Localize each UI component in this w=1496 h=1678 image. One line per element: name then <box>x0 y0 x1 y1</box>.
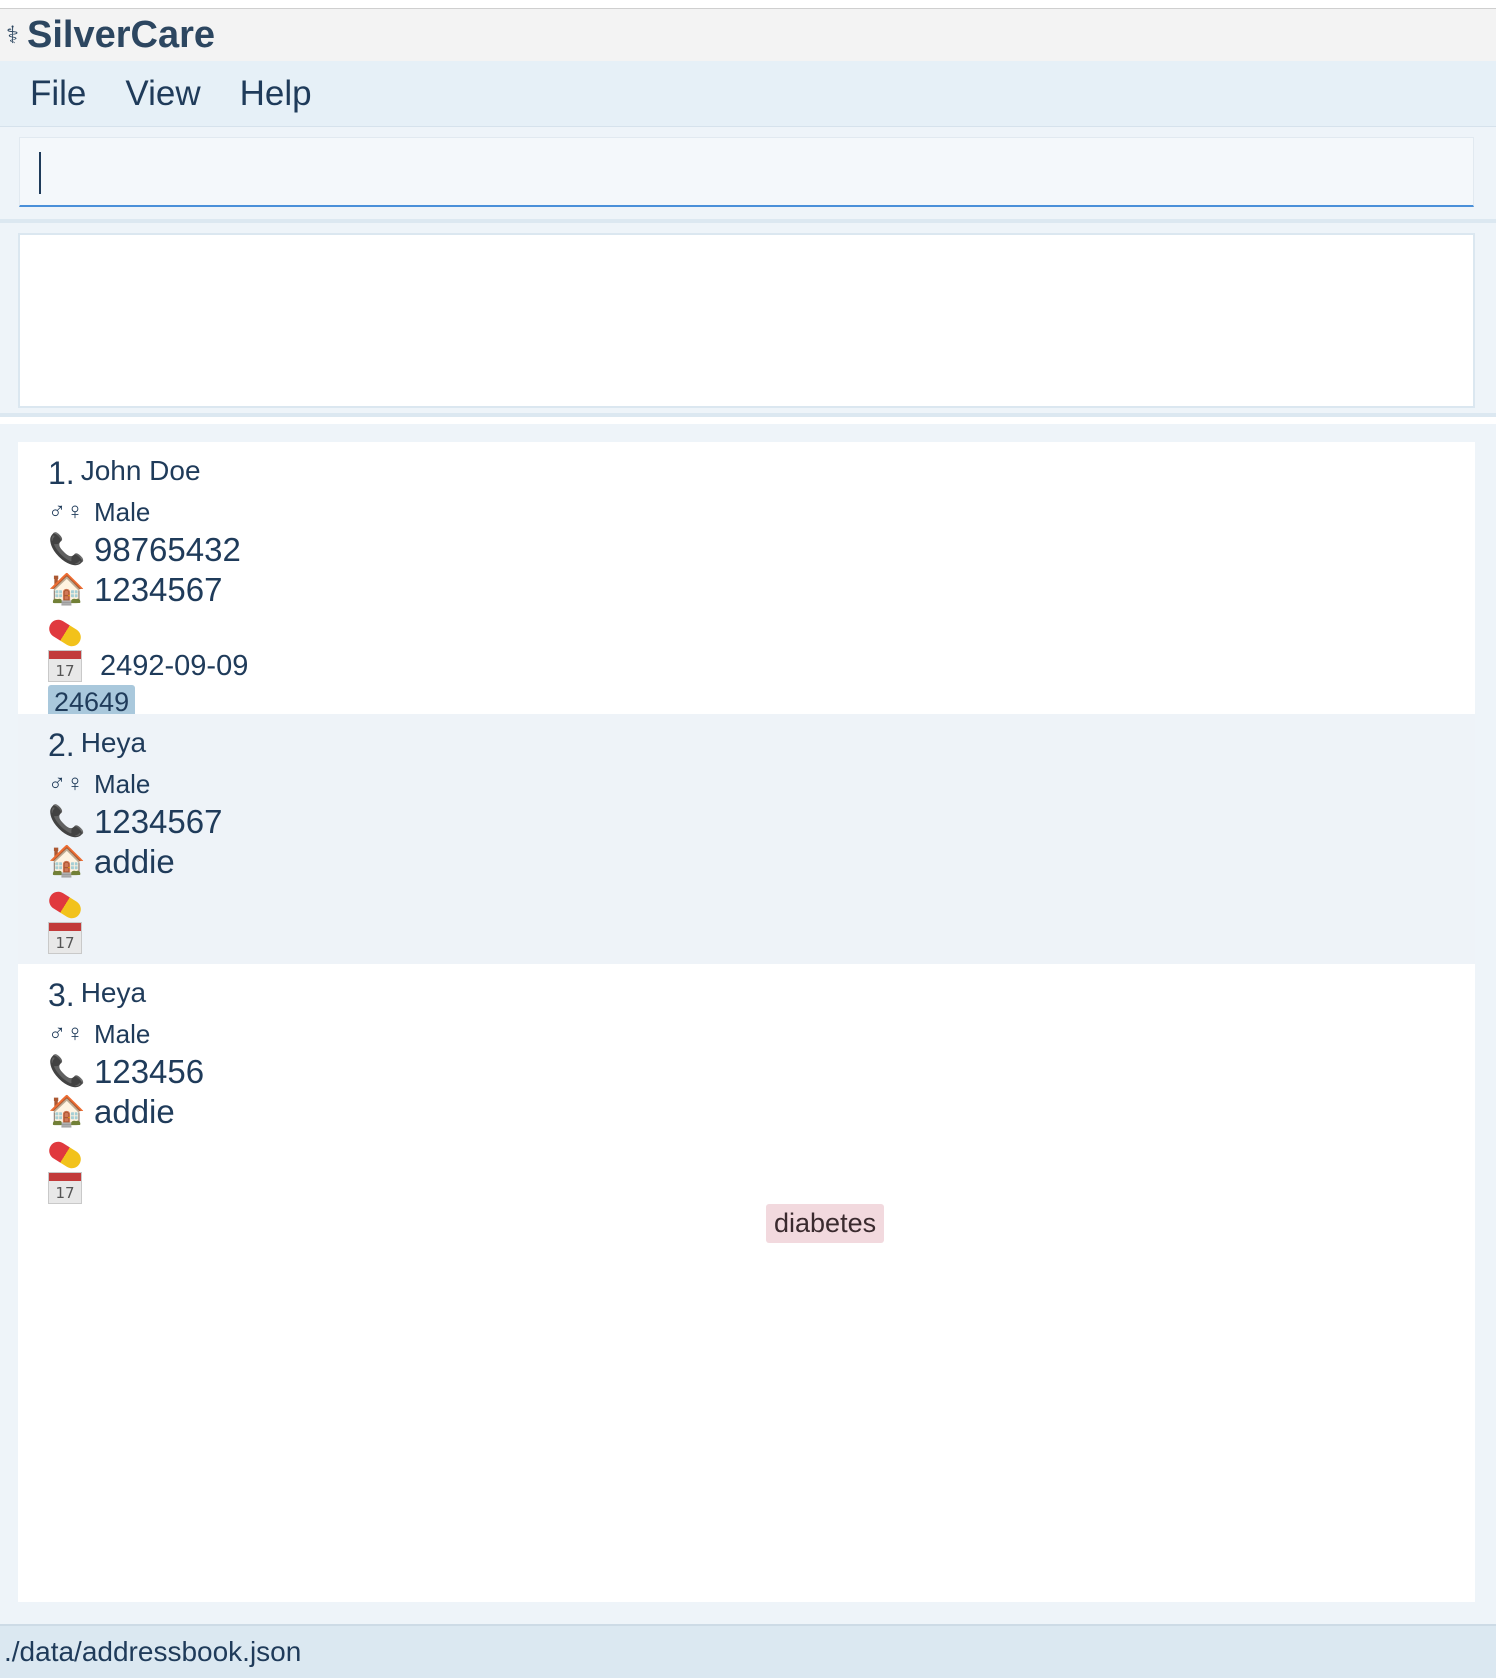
menu-file[interactable]: File <box>30 74 86 114</box>
person-name: Heya <box>80 977 147 1008</box>
phone-row: 📞 1234567 <box>48 802 1475 842</box>
person-date: 2492-09-09 <box>100 649 249 682</box>
person-card[interactable]: 1. John Doe ♂♀ Male 📞 98765432 🏠 1234567 <box>18 442 1475 720</box>
name-row: 2. Heya <box>48 714 1475 766</box>
address-row: 🏠 addie <box>48 842 1475 882</box>
caduceus-icon: ⚕ <box>6 21 19 49</box>
app-window: ⚕ SilverCare File View Help 1. John Doe … <box>0 0 1496 1678</box>
person-gender: Male <box>94 496 151 527</box>
person-gender: Male <box>94 768 151 799</box>
command-area <box>0 127 1496 223</box>
person-gender: Male <box>94 1018 151 1049</box>
person-name: John Doe <box>80 455 201 486</box>
person-index: 3. <box>48 976 75 1013</box>
calendar-icon: 17 <box>48 1172 82 1204</box>
calendar-icon: 17 <box>48 650 82 682</box>
window-top-edge <box>0 0 1496 9</box>
command-box[interactable] <box>19 137 1474 207</box>
person-index: 1. <box>48 454 75 491</box>
result-display <box>18 233 1475 408</box>
home-icon: 🏠 <box>48 573 86 606</box>
person-list[interactable]: 1. John Doe ♂♀ Male 📞 98765432 🏠 1234567 <box>18 442 1475 1602</box>
pill-icon <box>45 1138 85 1172</box>
phone-row: 📞 123456 <box>48 1052 1475 1092</box>
menu-help[interactable]: Help <box>240 74 312 114</box>
gender-icon: ♂♀ <box>48 498 84 525</box>
person-card[interactable]: 3. Heya ♂♀ Male 📞 123456 🏠 addie 17 diab… <box>18 964 1475 1254</box>
address-row: 🏠 addie <box>48 1092 1475 1132</box>
address-row: 🏠 1234567 <box>48 570 1475 610</box>
menu-bar: File View Help <box>0 61 1496 127</box>
pill-icon <box>45 888 85 922</box>
menu-view[interactable]: View <box>125 74 200 114</box>
name-row: 1. John Doe <box>48 442 1475 494</box>
person-address: addie <box>94 1093 175 1130</box>
gender-row: ♂♀ Male <box>48 494 1475 530</box>
calendar-icon: 17 <box>48 922 82 954</box>
result-area <box>0 223 1496 417</box>
pill-icon <box>45 616 85 650</box>
medication-row <box>45 1132 1475 1172</box>
status-bar: ./data/addressbook.json <box>0 1624 1496 1678</box>
title-bar: ⚕ SilverCare <box>0 9 1496 61</box>
gender-icon: ♂♀ <box>48 1020 84 1047</box>
date-row: 17 <box>48 920 1475 956</box>
text-caret <box>39 152 41 194</box>
phone-row: 📞 98765432 <box>48 530 1475 570</box>
home-icon: 🏠 <box>48 1095 86 1128</box>
person-phone: 98765432 <box>94 531 241 568</box>
medication-row <box>45 610 1475 650</box>
date-row: 17 2492-09-09 <box>48 648 1475 684</box>
gender-row: ♂♀ Male <box>48 1016 1475 1052</box>
person-address: 1234567 <box>94 571 223 608</box>
date-row: 17 <box>48 1170 1475 1206</box>
person-phone: 1234567 <box>94 803 223 840</box>
person-address: addie <box>94 843 175 880</box>
home-icon: 🏠 <box>48 845 86 878</box>
person-list-area: 1. John Doe ♂♀ Male 📞 98765432 🏠 1234567 <box>0 424 1496 1624</box>
app-title: SilverCare <box>26 13 215 56</box>
person-phone: 123456 <box>94 1053 205 1090</box>
medication-row <box>45 882 1475 922</box>
tag-badge: diabetes <box>766 1204 885 1243</box>
name-row: 3. Heya <box>48 964 1475 1016</box>
person-card[interactable]: 2. Heya ♂♀ Male 📞 1234567 🏠 addie 17 <box>18 714 1475 964</box>
data-file-path: ./data/addressbook.json <box>4 1636 302 1667</box>
gender-icon: ♂♀ <box>48 770 84 797</box>
person-index: 2. <box>48 726 75 763</box>
gender-row: ♂♀ Male <box>48 766 1475 802</box>
phone-icon: 📞 <box>48 805 86 838</box>
phone-icon: 📞 <box>48 533 86 566</box>
person-name: Heya <box>80 727 147 758</box>
command-input[interactable] <box>20 138 1473 205</box>
phone-icon: 📞 <box>48 1055 86 1088</box>
